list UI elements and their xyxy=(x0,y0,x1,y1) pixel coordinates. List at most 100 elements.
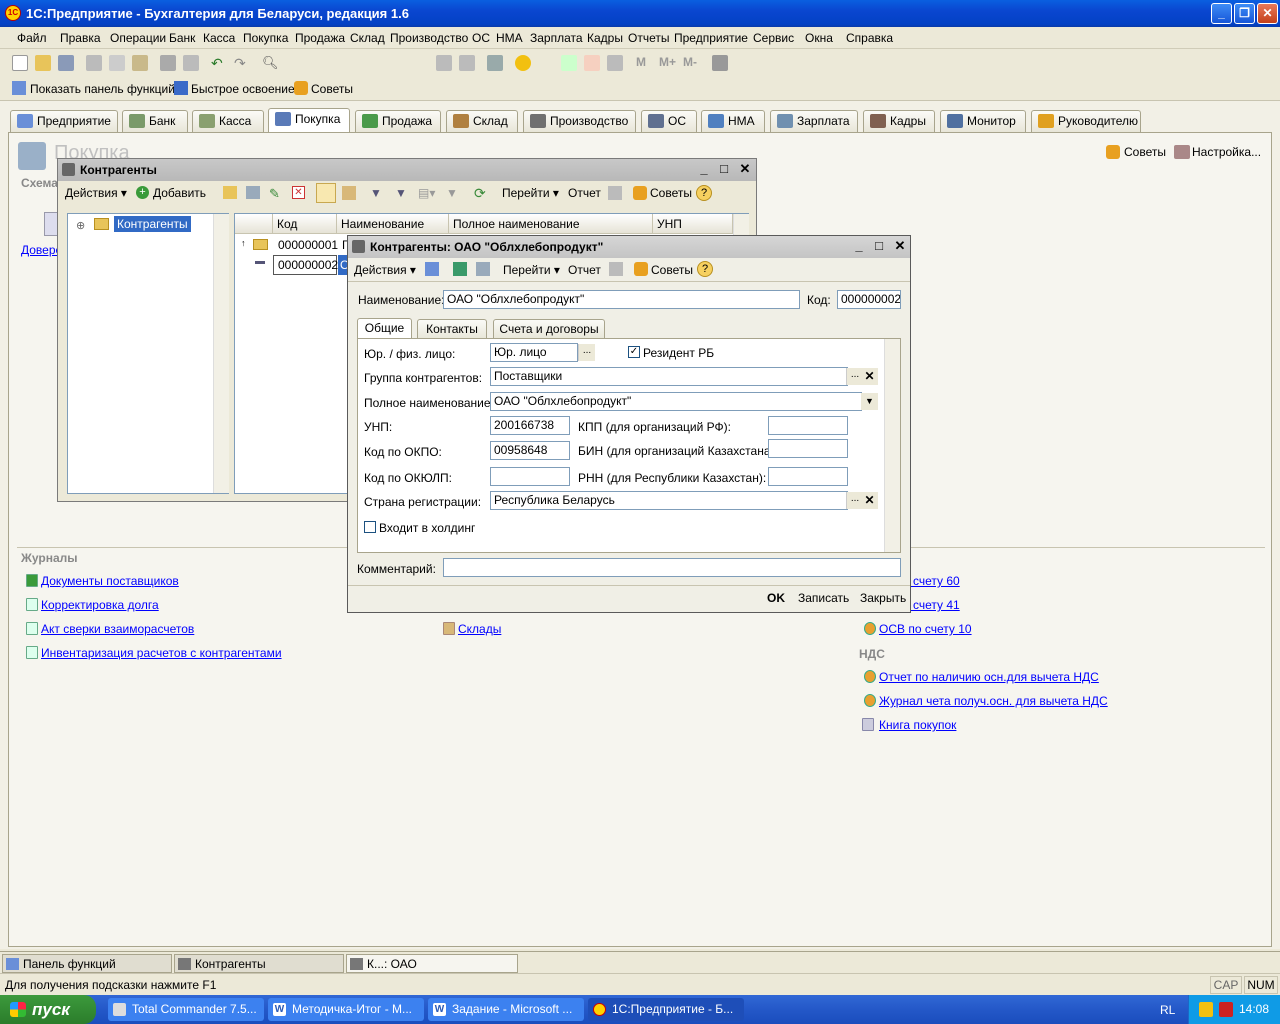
menu-enterprise[interactable]: Предприятие xyxy=(674,31,748,45)
undo-icon[interactable]: ↶ xyxy=(211,55,227,71)
report-link-osv10[interactable]: ОСВ по счету 10 xyxy=(879,622,972,636)
help-icon[interactable]: ? xyxy=(696,185,712,201)
expand-icon[interactable]: ⊕ xyxy=(76,219,85,232)
goto-menu[interactable]: Перейти ▾ xyxy=(503,263,560,277)
maximize-button[interactable]: □ xyxy=(871,239,887,255)
info-icon[interactable] xyxy=(515,55,531,71)
journal-link-inventory[interactable]: Инвентаризация расчетов с контрагентами xyxy=(41,646,282,660)
preview-icon[interactable] xyxy=(183,55,199,71)
minimize-button[interactable]: _ xyxy=(696,162,712,178)
tab-warehouse[interactable]: Склад xyxy=(446,110,518,132)
menu-purchase[interactable]: Покупка xyxy=(243,31,288,45)
copy-icon[interactable] xyxy=(476,262,490,276)
goto-menu[interactable]: Перейти ▾ xyxy=(502,186,559,200)
antivirus-icon[interactable] xyxy=(1219,1002,1233,1017)
hierarchy-icon[interactable] xyxy=(316,183,336,203)
taskbar-item-word1[interactable]: W Методичка-Итог - M... xyxy=(268,998,424,1021)
copy-icon[interactable] xyxy=(246,186,260,199)
menu-help[interactable]: Справка xyxy=(846,31,893,45)
add-folder-icon[interactable] xyxy=(223,186,237,199)
tips-button[interactable]: Советы xyxy=(311,82,353,96)
filter-icon[interactable]: ▼ xyxy=(370,186,384,200)
warehouses-link[interactable]: Склады xyxy=(458,622,501,636)
filter-list-icon[interactable]: ▤▾ xyxy=(418,186,438,200)
tab-os[interactable]: ОС xyxy=(641,110,697,132)
language-indicator[interactable]: RL xyxy=(1160,1003,1175,1017)
vat-link-purchase-book[interactable]: Книга покупок xyxy=(879,718,956,732)
menu-reports[interactable]: Отчеты xyxy=(628,31,669,45)
calendar-icon[interactable] xyxy=(584,55,600,71)
window-tab-kontragenty[interactable]: Контрагенты xyxy=(174,954,344,973)
fullname-input[interactable]: ОАО "Облхлебопродукт" xyxy=(490,392,862,411)
menu-windows[interactable]: Окна xyxy=(805,31,833,45)
window-icon[interactable] xyxy=(487,55,503,71)
maximize-button[interactable]: □ xyxy=(716,162,732,178)
menu-file[interactable]: Файл xyxy=(17,31,47,45)
paste-icon[interactable] xyxy=(132,55,148,71)
clear-icon[interactable]: ✕ xyxy=(861,492,878,509)
tab-salary[interactable]: Зарплата xyxy=(770,110,858,132)
maximize-button[interactable]: ❐ xyxy=(1234,3,1255,24)
help-icon[interactable]: ? xyxy=(697,261,713,277)
shield-icon[interactable] xyxy=(1199,1002,1213,1017)
add-button[interactable]: Добавить xyxy=(153,186,206,200)
tab-bank[interactable]: Банк xyxy=(122,110,188,132)
memory-plus-icon[interactable]: M+ xyxy=(659,55,676,71)
tab-enterprise[interactable]: Предприятие xyxy=(10,110,118,132)
okpo-input[interactable]: 00958648 xyxy=(490,441,570,460)
save-icon[interactable] xyxy=(58,55,74,71)
column-fullname[interactable]: Полное наименование xyxy=(449,214,653,234)
tab-hr[interactable]: Кадры xyxy=(863,110,935,132)
users-icon[interactable] xyxy=(607,55,623,71)
menu-warehouse[interactable]: Склад xyxy=(350,31,385,45)
show-panel-button[interactable]: Показать панель функций xyxy=(30,82,175,96)
clear-icon[interactable]: ✕ xyxy=(861,368,878,385)
report-link-60[interactable]: о счету 60 xyxy=(903,574,960,588)
panel-tips-button[interactable]: Советы xyxy=(1124,145,1166,159)
menu-hr[interactable]: Кадры xyxy=(587,31,623,45)
vat-link-journal[interactable]: Журнал чета получ.осн. для вычета НДС xyxy=(879,694,1108,708)
save-icon[interactable] xyxy=(453,262,467,276)
menu-service[interactable]: Сервис xyxy=(753,31,794,45)
column-code[interactable]: Код xyxy=(273,214,337,234)
refresh-icon[interactable]: ⟳ xyxy=(474,185,488,201)
menu-sales[interactable]: Продажа xyxy=(295,31,345,45)
close-button[interactable]: ✕ xyxy=(737,162,753,178)
minimize-button[interactable]: _ xyxy=(851,239,867,255)
edit-icon[interactable]: ✎ xyxy=(269,186,283,201)
menu-edit[interactable]: Правка xyxy=(60,31,101,45)
window-tab-form[interactable]: К...: ОАО "Облхлебопродукт" xyxy=(346,954,518,990)
calculator-icon[interactable] xyxy=(561,55,577,71)
save-close-icon[interactable] xyxy=(425,262,439,276)
tab-purchase[interactable]: Покупка xyxy=(268,108,350,132)
list-settings-icon[interactable] xyxy=(608,186,622,200)
menu-nma[interactable]: НМА xyxy=(496,31,523,45)
resident-checkbox[interactable]: ✓ xyxy=(628,346,640,358)
legal-input[interactable]: Юр. лицо xyxy=(490,343,578,362)
tree-root-item[interactable]: Контрагенты xyxy=(114,216,191,232)
tips-button[interactable]: Советы xyxy=(651,263,693,277)
tips-button[interactable]: Советы xyxy=(650,186,692,200)
tab-sales[interactable]: Продажа xyxy=(355,110,441,132)
tab-manager[interactable]: Руководителю xyxy=(1031,110,1141,132)
print-icon[interactable] xyxy=(160,55,176,71)
unp-input[interactable]: 200166738 xyxy=(490,416,570,435)
new-icon[interactable] xyxy=(12,55,28,71)
journal-link-reconciliation[interactable]: Акт сверки взаиморасчетов xyxy=(41,622,194,636)
tab-contacts[interactable]: Контакты xyxy=(417,319,487,339)
okyulp-input[interactable] xyxy=(490,467,570,486)
form-scrollbar[interactable] xyxy=(884,339,900,552)
cut-icon[interactable] xyxy=(86,55,102,71)
rnn-input[interactable] xyxy=(768,467,848,486)
save-button[interactable]: Записать xyxy=(798,591,849,605)
start-button[interactable]: пуск xyxy=(0,995,96,1024)
minimize-button[interactable]: _ xyxy=(1211,3,1232,24)
menu-production[interactable]: Производство xyxy=(390,31,468,45)
taskbar-item-word2[interactable]: W Задание - Microsoft ... xyxy=(428,998,584,1021)
tree-scrollbar[interactable] xyxy=(213,214,229,493)
actions-menu[interactable]: Действия ▾ xyxy=(65,186,127,200)
window-tab-panel[interactable]: Панель функций xyxy=(2,954,172,973)
vat-link-availability[interactable]: Отчет по наличию осн.для вычета НДС xyxy=(879,670,1099,684)
code-input[interactable]: 000000002 xyxy=(837,290,901,309)
kpp-input[interactable] xyxy=(768,416,848,435)
